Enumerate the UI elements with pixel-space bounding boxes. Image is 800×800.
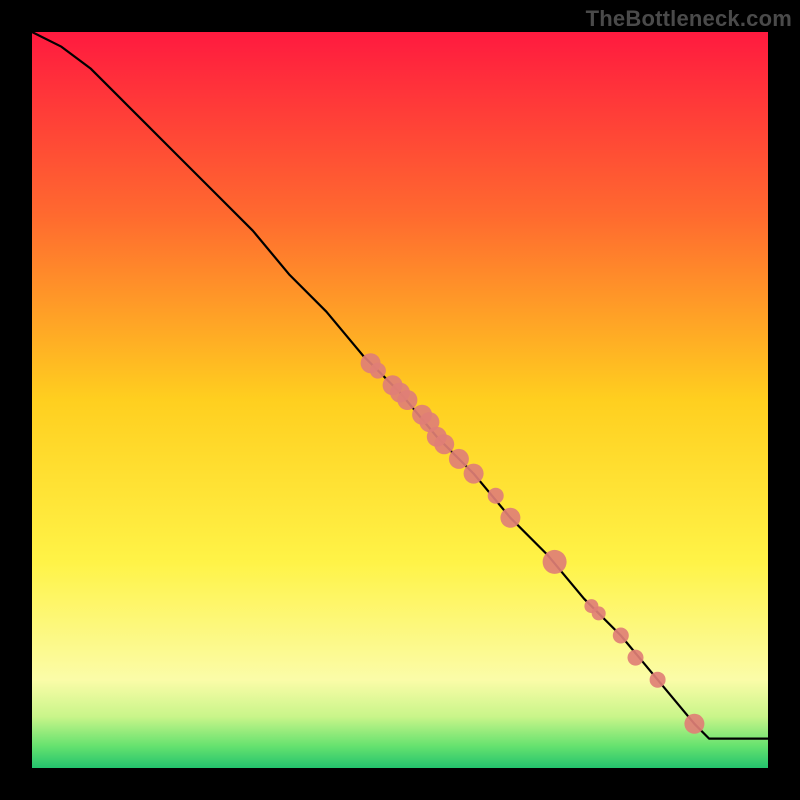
- bottleneck-chart: [32, 32, 768, 768]
- sample-point: [449, 449, 469, 469]
- sample-point: [613, 628, 629, 644]
- watermark-label: TheBottleneck.com: [586, 6, 792, 32]
- sample-point: [464, 464, 484, 484]
- sample-point: [488, 488, 504, 504]
- sample-point: [500, 508, 520, 528]
- sample-point: [592, 606, 606, 620]
- plot-area: [32, 32, 768, 768]
- sample-point: [434, 434, 454, 454]
- sample-point: [397, 390, 417, 410]
- sample-point: [543, 550, 567, 574]
- chart-stage: TheBottleneck.com: [0, 0, 800, 800]
- sample-point: [684, 714, 704, 734]
- sample-point: [628, 650, 644, 666]
- sample-point: [650, 672, 666, 688]
- sample-point: [370, 363, 386, 379]
